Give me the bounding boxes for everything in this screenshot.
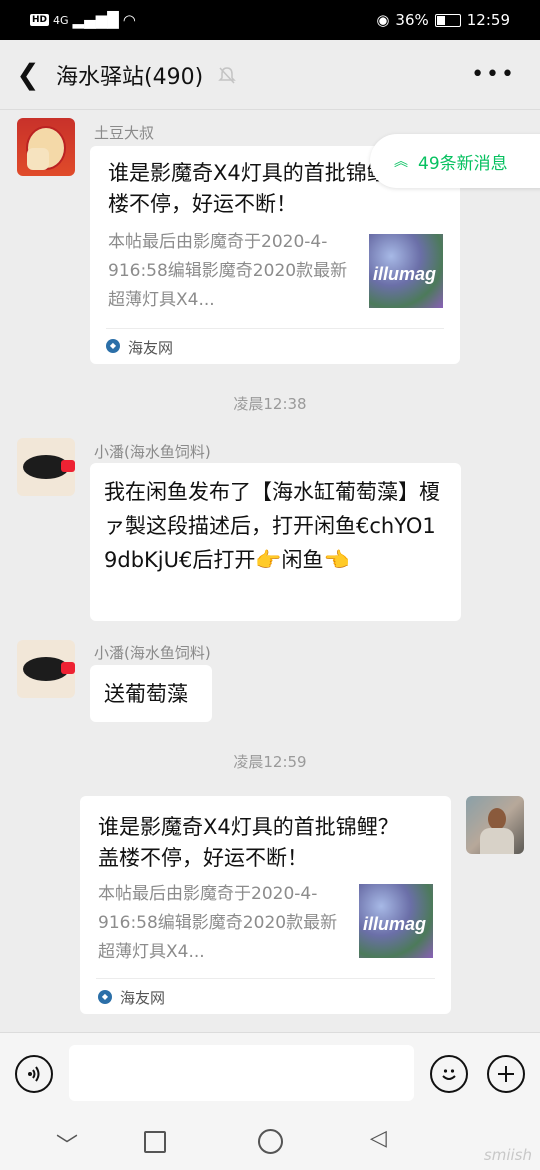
chat-header: ❮ 海水驿站(490) ••• [0,40,540,110]
source-name: 海友网 [128,339,174,357]
nav-circle-icon[interactable] [258,1129,283,1154]
chat-title: 海水驿站(490) [56,64,204,90]
input-bar [0,1032,540,1116]
status-bar: HD 4G ▂▄▆█ ◠ ◉ 36% 12:59 [0,0,540,40]
hd-badge: HD [30,14,50,26]
link-title: 谁是影魔奇X4灯具的首批锦鲤？盖楼不停，好运不断！ [98,815,399,870]
thumbnail-text: illumag [363,914,427,934]
timestamp: 凌晨12:38 [233,395,307,413]
thumbnail-text: illumag [373,264,437,284]
divider [96,978,435,979]
message-bubble[interactable]: 送葡萄藻 [90,665,212,722]
bell-off-icon [218,66,236,84]
link-thumbnail: illumag [359,884,433,958]
nav-triangle-icon[interactable]: ◁ [370,1126,387,1151]
eye-icon: ◉ [376,11,390,29]
nav-down-icon[interactable]: ﹀ [56,1128,78,1160]
battery-icon [434,13,461,27]
plus-icon[interactable] [487,1055,525,1093]
double-chevron-up-icon: ︽ [394,154,408,170]
chat-area[interactable]: 土豆大叔 谁是影魔奇X4灯具的首批锦鲤？盖楼不停，好运不断！ 本帖最后由影魔奇于… [0,110,540,1032]
status-right: ◉ 36% 12:59 [376,11,510,29]
sender-name: 小潘(海水鱼饲料) [94,644,211,662]
wifi-icon: ◠ [122,11,136,29]
message-bubble[interactable]: 我在闲鱼发布了【海水缸葡萄藻】榎ァ製这段描述后，打开闲鱼€chYO19dbKjU… [90,463,461,621]
signal-icon: ▂▄▆█ [72,11,119,29]
emoji-icon[interactable] [430,1055,468,1093]
watermark: smiish [483,1146,532,1164]
avatar[interactable] [17,640,75,698]
link-description: 本帖最后由影魔奇于2020-4-916:58编辑影魔奇2020款最新超薄灯具X4… [98,884,338,962]
link-description: 本帖最后由影魔奇于2020-4-916:58编辑影魔奇2020款最新超薄灯具X4… [108,232,348,310]
source-name: 海友网 [120,989,166,1007]
source-logo-icon: ◆ [98,990,112,1004]
battery-percent: 36% [395,11,429,29]
clock: 12:59 [466,11,510,29]
timestamp: 凌晨12:59 [233,753,307,771]
message-input[interactable] [69,1045,414,1101]
my-avatar[interactable] [466,796,524,854]
source-logo-icon: ◆ [106,339,120,353]
status-left: HD 4G ▂▄▆█ ◠ [30,11,136,29]
sender-name: 小潘(海水鱼饲料) [94,443,211,461]
new-messages-button[interactable]: ︽ 49条新消息 [370,134,540,188]
sender-name: 土豆大叔 [94,124,155,142]
system-nav-bar: ﹀ ◁ smiish [0,1116,540,1170]
avatar[interactable] [17,438,75,496]
divider [106,328,444,329]
more-horizontal-icon[interactable]: ••• [471,62,516,87]
link-card[interactable]: 谁是影魔奇X4灯具的首批锦鲤？盖楼不停，好运不断！ 本帖最后由影魔奇于2020-… [80,796,451,1014]
nav-square-icon[interactable] [144,1131,166,1153]
new-messages-label: 49条新消息 [418,153,508,174]
voice-icon[interactable] [15,1055,53,1093]
network-type: 4G [53,13,69,27]
chevron-left-icon[interactable]: ❮ [0,58,56,91]
link-thumbnail: illumag [369,234,443,308]
avatar[interactable] [17,118,75,176]
